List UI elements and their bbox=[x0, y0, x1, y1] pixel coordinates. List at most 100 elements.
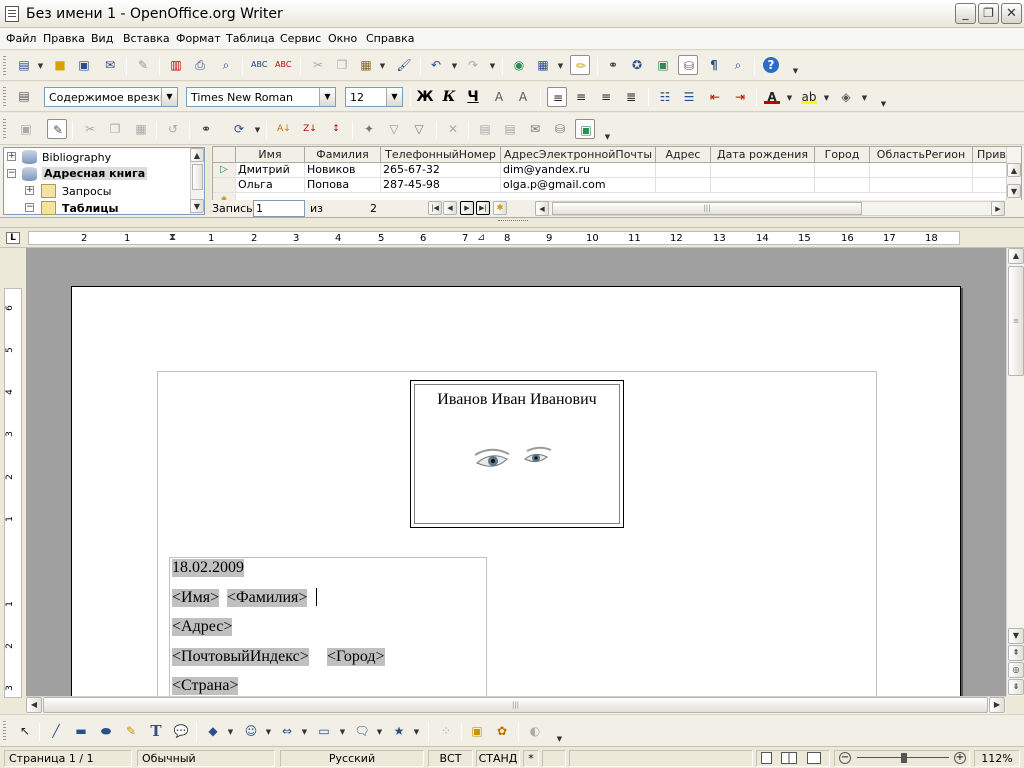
menu-tools[interactable]: Сервис bbox=[280, 32, 321, 45]
menu-window[interactable]: Окно bbox=[328, 32, 357, 45]
first-name-field[interactable]: <Имя> bbox=[172, 589, 220, 607]
paste-button[interactable]: ▦ bbox=[356, 55, 376, 75]
toolbar-overflow-arrow[interactable]: ▼ bbox=[792, 67, 799, 75]
find-replace-button[interactable]: ⚭ bbox=[603, 55, 623, 75]
next-page-icon[interactable]: ⇟ bbox=[1008, 679, 1024, 695]
new-dropdown-arrow[interactable]: ▼ bbox=[37, 62, 44, 70]
data-paste-button[interactable]: ▦ bbox=[131, 119, 151, 139]
scroll-down-icon[interactable]: ▼ bbox=[1007, 184, 1021, 198]
column-header[interactable]: АдресЭлектроннойПочты bbox=[501, 147, 656, 163]
toolbar-grip[interactable] bbox=[3, 56, 6, 76]
refresh-dropdown-arrow[interactable]: ▼ bbox=[254, 126, 261, 134]
country-field[interactable]: <Страна> bbox=[172, 677, 239, 695]
city-field[interactable]: <Город> bbox=[327, 648, 385, 666]
column-header[interactable]: ОбластьРегион bbox=[870, 147, 973, 163]
line-button[interactable]: ╱ bbox=[46, 721, 66, 741]
insert-mode-indicator[interactable]: ВСТ bbox=[428, 750, 473, 767]
modified-indicator[interactable]: * bbox=[523, 750, 539, 767]
navigator-button[interactable]: ✪ bbox=[627, 55, 647, 75]
menu-help[interactable]: Справка bbox=[366, 32, 414, 45]
table-cell[interactable] bbox=[870, 163, 973, 178]
callouts-button[interactable]: 🗨 bbox=[352, 721, 372, 741]
scroll-thumb[interactable]: ≡ bbox=[1008, 266, 1024, 376]
left-indent-marker-icon[interactable]: ⧗ bbox=[169, 232, 176, 243]
horizontal-ruler[interactable]: L 2 1 ⧗ 1 2 3 4 5 6 7 ⊿ 8 9 10 11 12 13 … bbox=[0, 228, 1024, 248]
mail-merge-button[interactable]: ✉ bbox=[525, 119, 545, 139]
menu-format[interactable]: Формат bbox=[176, 32, 221, 45]
expand-icon[interactable]: + bbox=[7, 152, 16, 161]
collapse-icon[interactable]: − bbox=[7, 169, 16, 178]
align-center-button[interactable]: ≡ bbox=[571, 87, 591, 107]
sort-descending-button[interactable]: Z↓ bbox=[300, 119, 320, 139]
highlight-dropdown-arrow[interactable]: ▼ bbox=[823, 94, 830, 102]
column-header[interactable]: Фамилия bbox=[305, 147, 381, 163]
toolbar-overflow-arrow[interactable]: ▼ bbox=[880, 100, 887, 108]
column-header[interactable]: Город bbox=[815, 147, 870, 163]
font-color-dropdown-arrow[interactable]: ▼ bbox=[786, 94, 793, 102]
table-cell[interactable] bbox=[711, 163, 815, 178]
table-cell[interactable] bbox=[656, 163, 711, 178]
decrease-indent-button[interactable]: ⇤ bbox=[705, 87, 725, 107]
record-number-input[interactable]: 1 bbox=[253, 200, 305, 217]
hyperlink-button[interactable]: ◉ bbox=[509, 55, 529, 75]
font-name-select[interactable]: Times New Roman ▼ bbox=[186, 87, 336, 107]
undo-record-button[interactable]: ↺ bbox=[163, 119, 183, 139]
outline-button[interactable]: A bbox=[513, 87, 533, 107]
selection-mode-indicator[interactable]: СТАНД bbox=[476, 750, 520, 767]
zoom-out-icon[interactable]: − bbox=[839, 752, 851, 764]
scroll-left-icon[interactable]: ◀ bbox=[26, 697, 42, 713]
draw-functions-button[interactable]: ✏ bbox=[570, 55, 590, 75]
nonprinting-chars-button[interactable]: ¶ bbox=[704, 55, 724, 75]
table-cell[interactable]: Ольга bbox=[236, 178, 305, 193]
scroll-down-icon[interactable]: ▼ bbox=[1008, 628, 1024, 644]
horizontal-scrollbar[interactable]: ◀ ||| ▶ bbox=[26, 696, 1006, 714]
table-cell[interactable]: Новиков bbox=[305, 163, 381, 178]
stars-button[interactable]: ★ bbox=[389, 721, 409, 741]
table-cell[interactable]: dim@yandex.ru bbox=[501, 163, 656, 178]
styles-formatting-button[interactable]: ▤ bbox=[14, 86, 34, 106]
book-view-icon[interactable] bbox=[807, 752, 821, 764]
callout-button[interactable]: 💬 bbox=[171, 721, 191, 741]
zoom-in-icon[interactable]: + bbox=[954, 752, 966, 764]
redo-dropdown-arrow[interactable]: ▼ bbox=[489, 62, 496, 70]
last-record-icon[interactable]: ▶| bbox=[476, 201, 490, 215]
basic-shapes-button[interactable]: ◆ bbox=[203, 721, 223, 741]
last-name-field[interactable]: <Фамилия> bbox=[227, 589, 308, 607]
current-row-indicator-icon[interactable]: ▷ bbox=[213, 163, 236, 178]
data-find-button[interactable]: ⚭ bbox=[196, 119, 216, 139]
column-header[interactable]: Адрес bbox=[656, 147, 711, 163]
data-grid[interactable]: Имя Фамилия ТелефонныйНомер АдресЭлектро… bbox=[212, 146, 1022, 201]
sort-ascending-button[interactable]: A↓ bbox=[274, 119, 294, 139]
menu-view[interactable]: Вид bbox=[91, 32, 113, 45]
select-button[interactable]: ↖ bbox=[15, 721, 35, 741]
previous-record-icon[interactable]: ◀ bbox=[443, 201, 457, 215]
toolbar-overflow-arrow[interactable]: ▼ bbox=[556, 735, 563, 743]
close-button[interactable]: ✕ bbox=[1001, 3, 1022, 24]
grid-horizontal-scrollbar[interactable]: ◀ ||| ▶ bbox=[535, 201, 1005, 216]
language-indicator[interactable]: Русский bbox=[280, 750, 424, 767]
increase-indent-button[interactable]: ⇥ bbox=[730, 87, 750, 107]
table-cell[interactable] bbox=[656, 178, 711, 193]
toolbar-grip[interactable] bbox=[3, 87, 6, 107]
collapse-icon[interactable]: − bbox=[25, 203, 34, 212]
digital-signature-indicator[interactable] bbox=[542, 750, 566, 767]
postal-code-field[interactable]: <ПочтовыйИндекс> bbox=[172, 648, 309, 666]
table-cell[interactable] bbox=[711, 178, 815, 193]
scroll-thumb[interactable] bbox=[192, 164, 203, 190]
fontwork-shadow-button[interactable]: A bbox=[489, 87, 509, 107]
data-to-text-button[interactable]: ▤ bbox=[475, 119, 495, 139]
eyes-image[interactable] bbox=[473, 445, 563, 479]
menu-file[interactable]: Файл bbox=[6, 32, 36, 45]
table-cell[interactable] bbox=[815, 163, 870, 178]
symbol-shapes-button[interactable]: ☺ bbox=[241, 721, 261, 741]
text-button[interactable]: T bbox=[146, 721, 166, 741]
autofilter-button[interactable]: ✦ bbox=[359, 119, 379, 139]
autospellcheck-button[interactable]: ABC bbox=[273, 55, 293, 75]
table-cell[interactable]: 265-67-32 bbox=[381, 163, 501, 178]
previous-page-icon[interactable]: ⇞ bbox=[1008, 645, 1024, 661]
scroll-left-icon[interactable]: ◀ bbox=[535, 201, 549, 216]
zoom-slider[interactable]: − + bbox=[834, 750, 970, 767]
zoom-handle[interactable] bbox=[901, 753, 907, 763]
zoom-button[interactable]: ⌕ bbox=[728, 55, 748, 75]
column-header[interactable]: ТелефонныйНомер bbox=[381, 147, 501, 163]
